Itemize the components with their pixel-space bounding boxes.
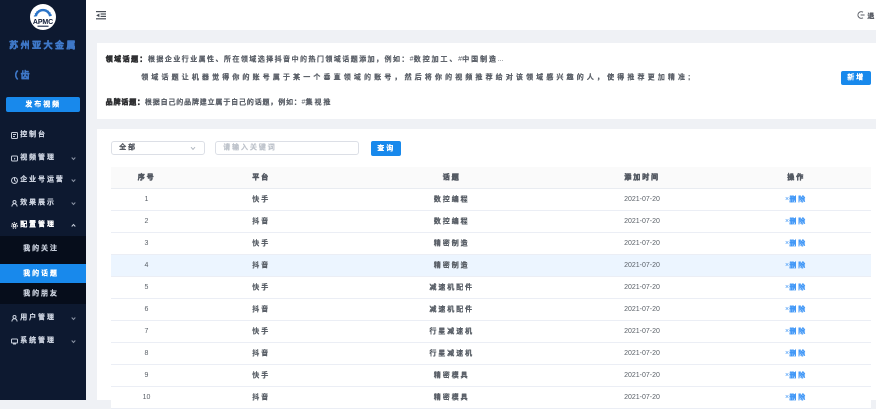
svg-text:APMC: APMC	[32, 19, 52, 26]
